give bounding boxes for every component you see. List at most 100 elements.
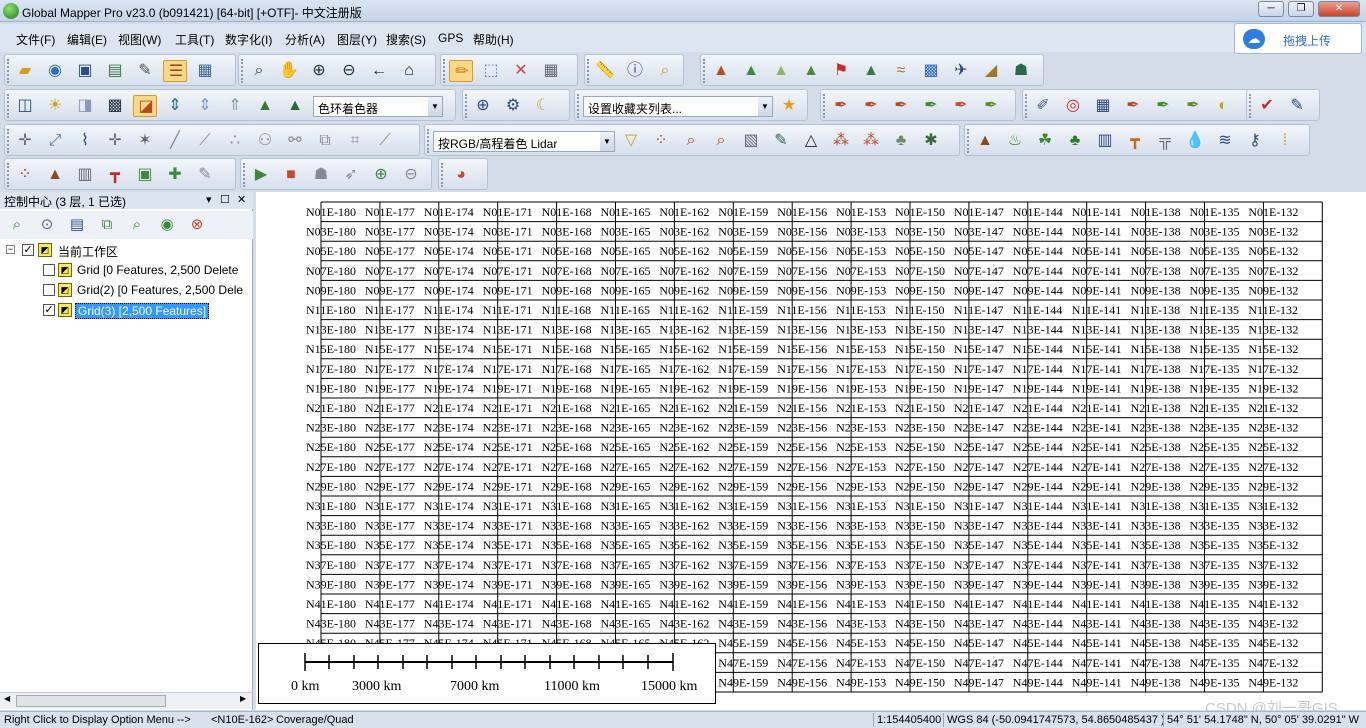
- map-view[interactable]: N01E-180 N01E-177 N01E-174 N01E-171 N01E-168…: [256, 192, 1366, 710]
- add-favorite-button[interactable]: ★: [777, 95, 801, 117]
- volume-button[interactable]: ▲: [769, 60, 793, 82]
- root-checkbox[interactable]: ✓: [22, 244, 34, 256]
- attribute-button[interactable]: ▦: [539, 60, 563, 82]
- classify-button[interactable]: ⁘: [649, 130, 673, 152]
- pie-chart-button[interactable]: ◕: [449, 164, 473, 186]
- 3d-view-button[interactable]: ▩: [103, 95, 127, 117]
- cloud-button[interactable]: ⁂: [829, 130, 853, 152]
- screen-capture-button[interactable]: ▣: [133, 164, 157, 186]
- water-button[interactable]: ⇕: [193, 95, 217, 117]
- remove-frame-button[interactable]: ⊖: [399, 164, 423, 186]
- play-button[interactable]: ▶: [249, 164, 273, 186]
- upload-button[interactable]: ☁ 拖拽上传: [1234, 23, 1362, 54]
- eye-icon[interactable]: ◉: [156, 214, 178, 236]
- density-button[interactable]: ▧: [739, 130, 763, 152]
- scatter-button[interactable]: ⁂: [859, 130, 883, 152]
- create-vertex-button[interactable]: ✒: [979, 95, 1003, 117]
- join-button[interactable]: ∴: [223, 130, 247, 152]
- back-button[interactable]: ←: [367, 60, 391, 82]
- tree-layer-grid[interactable]: ◩ Grid [0 Features, 2,500 Delete: [0, 262, 252, 280]
- vertical-exag-button[interactable]: ⇕: [163, 95, 187, 117]
- explode-button[interactable]: ✶: [133, 130, 157, 152]
- path-profile-button[interactable]: ◢: [979, 60, 1003, 82]
- compare-button[interactable]: ◨: [73, 95, 97, 117]
- overview-button[interactable]: ▦: [193, 60, 217, 82]
- menu-gps[interactable]: GPS: [438, 31, 463, 45]
- collapse-icon[interactable]: −: [6, 245, 15, 254]
- watershed-button[interactable]: ▲: [859, 60, 883, 82]
- connect-button[interactable]: ⚇: [253, 130, 277, 152]
- menu-tools[interactable]: 工具(T): [175, 31, 214, 48]
- favorites-select[interactable]: 设置收藏夹列表... ▼: [583, 96, 773, 117]
- class-building-button[interactable]: ▥: [1093, 130, 1117, 152]
- merge-button[interactable]: ◐: [1211, 95, 1235, 117]
- info-button[interactable]: ⓘ: [623, 60, 647, 82]
- faster-button[interactable]: ➶: [339, 164, 363, 186]
- home-button[interactable]: ⌂: [397, 60, 421, 82]
- raise-button[interactable]: ⇑: [223, 95, 247, 117]
- scroll-right-icon[interactable]: ▶: [240, 694, 246, 703]
- peak-button[interactable]: ▲: [43, 164, 67, 186]
- select-area-button[interactable]: ⬚: [479, 60, 503, 82]
- edit-shape-button[interactable]: ✐: [1031, 95, 1055, 117]
- maximize-button[interactable]: ❐: [1288, 1, 1314, 17]
- layer-checkbox[interactable]: ✓: [43, 304, 55, 316]
- remove-layer-icon[interactable]: ⊗: [186, 214, 208, 236]
- class-bridge-button[interactable]: ≋: [1213, 130, 1237, 152]
- panel-float-button[interactable]: ☐: [220, 193, 230, 206]
- layer-checkbox[interactable]: [43, 264, 55, 276]
- scroll-left-icon[interactable]: ◀: [4, 694, 10, 703]
- tree-layer-grid-2[interactable]: ◩ Grid(2) [0 Features, 2,500 Dele: [0, 282, 252, 300]
- menu-help[interactable]: 帮助(H): [473, 31, 514, 48]
- menu-digitize[interactable]: 数字化(I): [225, 31, 272, 48]
- vertex-button[interactable]: ⌇: [73, 130, 97, 152]
- panel-horizontal-scrollbar[interactable]: ◀ ▶: [0, 692, 252, 709]
- noise-button[interactable]: ✱: [919, 130, 943, 152]
- panel-close-button[interactable]: ✕: [237, 193, 246, 206]
- light-button[interactable]: ☀: [43, 95, 67, 117]
- scroll-thumb[interactable]: [16, 695, 166, 707]
- class-ground-button[interactable]: ▲: [973, 130, 997, 152]
- split-line-button[interactable]: ⟋: [193, 130, 217, 152]
- class-tree-button[interactable]: ♣: [1063, 130, 1087, 152]
- lidar-search-button[interactable]: ⌕: [679, 130, 703, 152]
- class-custom-button[interactable]: ⁞: [1273, 130, 1297, 152]
- user-button[interactable]: ☗: [1009, 60, 1033, 82]
- split-view-button[interactable]: ◫: [13, 95, 37, 117]
- lidar-query-button[interactable]: ⌕: [709, 130, 733, 152]
- link-button[interactable]: ⚯: [283, 130, 307, 152]
- digitizer-button[interactable]: ✏: [449, 60, 473, 82]
- menu-search[interactable]: 搜索(S): [386, 31, 426, 48]
- grid-edit-button[interactable]: ▦: [1091, 95, 1115, 117]
- attributes-icon[interactable]: ▤: [66, 214, 88, 236]
- projection-button[interactable]: ⊕: [471, 95, 495, 117]
- zoom-layer-icon[interactable]: ⌕: [126, 214, 148, 236]
- create-polyline-button[interactable]: ✒: [859, 95, 883, 117]
- line-tool-button[interactable]: ╱: [163, 130, 187, 152]
- class-water-button[interactable]: 💧: [1183, 130, 1207, 152]
- create-line-button[interactable]: ✒: [829, 95, 853, 117]
- close-button[interactable]: ✕: [1318, 1, 1360, 17]
- edit-line-button[interactable]: ✒: [1121, 95, 1145, 117]
- online-data-button[interactable]: ◉: [43, 60, 67, 82]
- shader-select[interactable]: 色环着色器 ▼: [313, 96, 443, 117]
- flight-button[interactable]: ✈: [949, 60, 973, 82]
- building-extract-button[interactable]: ▥: [73, 164, 97, 186]
- menu-edit[interactable]: 编辑(E): [67, 31, 107, 48]
- find-button[interactable]: ⌕: [653, 60, 677, 82]
- open-layer-icon[interactable]: ⌕: [6, 214, 28, 236]
- puzzle-button[interactable]: ✚: [163, 164, 187, 186]
- open-folder-button[interactable]: ▰: [13, 60, 37, 82]
- night-button[interactable]: ☾: [531, 95, 555, 117]
- key-button[interactable]: ⚷: [1243, 130, 1267, 152]
- target-button[interactable]: ◎: [1061, 95, 1085, 117]
- panel-pin-button[interactable]: ▾: [206, 193, 212, 206]
- filter-button[interactable]: ▽: [619, 130, 643, 152]
- export-button[interactable]: ▤: [103, 60, 127, 82]
- shader-toggle-button[interactable]: ◪: [133, 95, 157, 117]
- create-area-button[interactable]: ✒: [919, 95, 943, 117]
- stop-button[interactable]: ■: [279, 164, 303, 186]
- point-analysis-button[interactable]: ⁘: [13, 164, 37, 186]
- pole-extract-button[interactable]: ┳: [103, 164, 127, 186]
- menu-file[interactable]: 文件(F): [16, 31, 55, 48]
